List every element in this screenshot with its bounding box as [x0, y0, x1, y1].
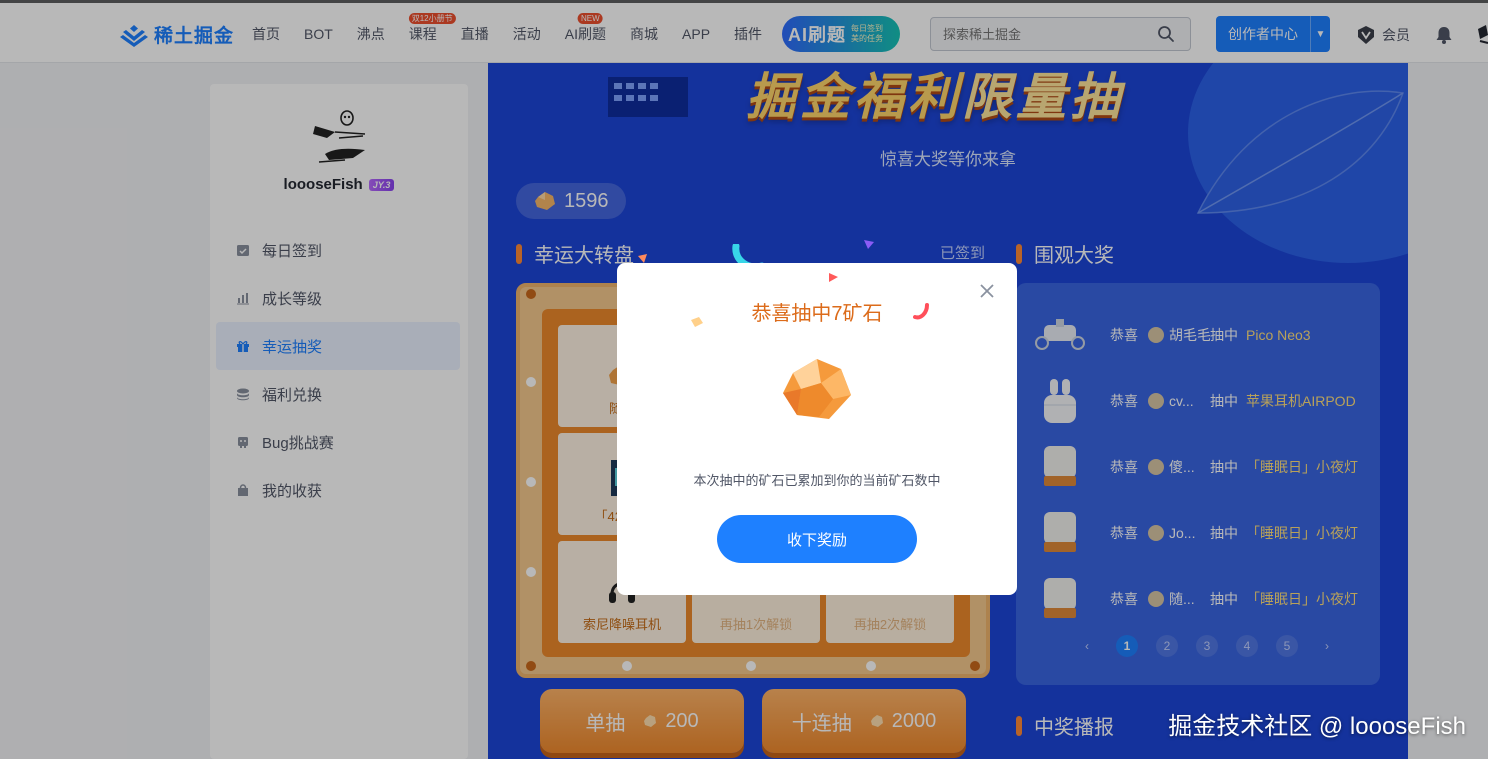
accept-reward-button[interactable]: 收下奖励	[717, 515, 917, 563]
ore-icon	[783, 359, 851, 419]
dialog-title: 恭喜抽中7矿石	[751, 303, 883, 325]
confetti-icon	[829, 273, 838, 282]
confetti-icon	[864, 240, 874, 249]
reward-dialog: 恭喜抽中7矿石 本次抽中的矿石已累加到你的当前矿石数中 收下奖励	[617, 263, 1017, 595]
close-icon[interactable]	[977, 281, 997, 301]
watermark: 掘金技术社区 @ loooseFish	[1168, 713, 1466, 740]
dialog-description: 本次抽中的矿石已累加到你的当前矿石数中	[693, 473, 941, 488]
